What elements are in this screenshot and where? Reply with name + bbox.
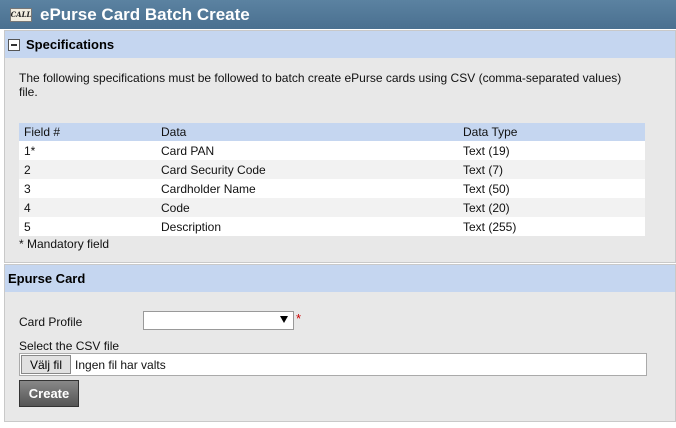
cell-data-type: Text (50) [458,179,645,198]
page-title: ePurse Card Batch Create [40,4,250,24]
cell-field: 4 [19,198,156,217]
specifications-table: Field # Data Data Type 1* Card PAN Text … [19,123,645,236]
cell-field: 1* [19,141,156,160]
mandatory-field-note: * Mandatory field [19,237,110,251]
cell-field: 5 [19,217,156,236]
required-marker: * [296,311,302,326]
epurse-card-header: Epurse Card [5,265,675,292]
cell-data: Card PAN [156,141,458,160]
choose-file-button[interactable]: Välj fil [21,355,72,374]
cell-data-type: Text (20) [458,198,645,217]
specifications-header[interactable]: Specifications [5,31,675,58]
specifications-title: Specifications [26,37,115,52]
title-bar: CALL ePurse Card Batch Create [0,0,676,29]
file-status-text: Ingen fil har valts [75,357,166,372]
column-header-data-type: Data Type [458,123,645,141]
table-row: 4 Code Text (20) [19,198,645,217]
dropdown-arrow-icon [280,316,288,323]
cell-field: 2 [19,160,156,179]
table-row: 3 Cardholder Name Text (50) [19,179,645,198]
csv-file-label: Select the CSV file [19,339,120,353]
card-profile-label: Card Profile [19,315,83,329]
cell-data: Code [156,198,458,217]
card-profile-select[interactable] [143,311,294,330]
cell-data: Description [156,217,458,236]
table-header-row: Field # Data Data Type [19,123,645,141]
cell-data: Card Security Code [156,160,458,179]
specifications-panel: Specifications The following specificati… [4,30,676,263]
epurse-card-panel: Epurse Card Card Profile * Select the CS… [4,264,676,422]
column-header-field: Field # [19,123,156,141]
call-logo-icon: CALL [10,7,32,22]
table-row: 2 Card Security Code Text (7) [19,160,645,179]
csv-file-input[interactable]: Välj fil Ingen fil har valts [19,353,647,376]
collapse-icon[interactable] [8,38,20,51]
column-header-data: Data [156,123,458,141]
cell-data-type: Text (7) [458,160,645,179]
table-row: 1* Card PAN Text (19) [19,141,645,160]
epurse-card-title: Epurse Card [8,271,86,286]
table-row: 5 Description Text (255) [19,217,645,236]
cell-data: Cardholder Name [156,179,458,198]
specifications-description: The following specifications must be fol… [19,71,622,99]
create-button[interactable]: Create [19,380,79,407]
cell-field: 3 [19,179,156,198]
cell-data-type: Text (255) [458,217,645,236]
cell-data-type: Text (19) [458,141,645,160]
